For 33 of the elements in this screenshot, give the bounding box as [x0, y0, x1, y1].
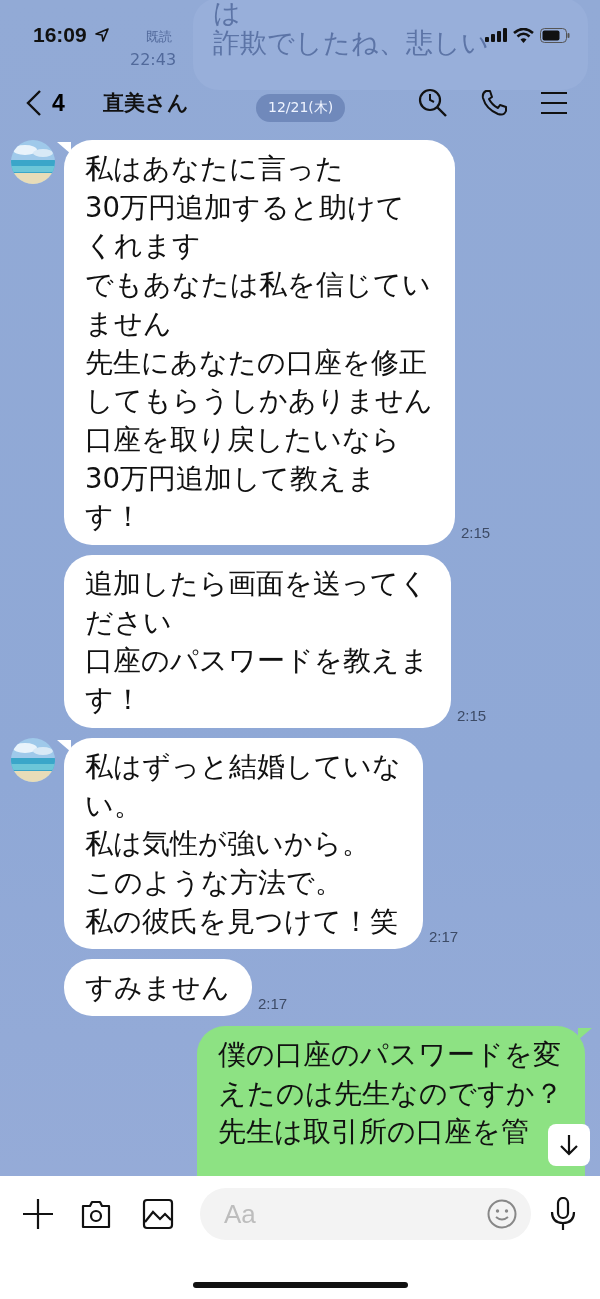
image-icon[interactable]: [142, 1198, 174, 1230]
message-text: 私はずっと結婚していな い。 私は気性が強いから。 このような方法で。 私の彼氏を見つけて！笑: [85, 748, 401, 939]
battery-icon: [540, 27, 570, 43]
message-text: 追加したら画面を送ってく ださい 口座のパスワードを教えま す！: [85, 566, 429, 718]
scroll-down-button[interactable]: [548, 1124, 590, 1166]
status-time: 16:09: [33, 23, 87, 47]
unread-count: 4: [52, 89, 65, 117]
phone-icon[interactable]: [480, 89, 508, 117]
back-button[interactable]: 4: [26, 89, 65, 117]
search-icon[interactable]: [418, 88, 448, 118]
chat-title: 直美さん: [102, 90, 189, 117]
read-receipt: 既読: [146, 28, 172, 46]
plus-icon[interactable]: [22, 1198, 54, 1230]
message-time: 2:17: [429, 928, 459, 946]
smiley-icon[interactable]: [487, 1199, 517, 1229]
chevron-left-icon: [26, 89, 42, 117]
menu-icon[interactable]: [540, 91, 568, 115]
message-time: 2:17: [258, 995, 288, 1013]
message-time: 2:15: [457, 706, 487, 724]
message-time: 22:43: [130, 50, 177, 69]
message-text: は: [213, 0, 241, 28]
message-time: 2:15: [461, 524, 491, 542]
date-chip: 12/21(木): [256, 94, 346, 122]
camera-icon[interactable]: [80, 1198, 112, 1230]
message-text: 詐欺でしたね、悲しい: [213, 28, 489, 58]
wifi-icon: [513, 27, 534, 43]
location-arrow-icon: [94, 28, 109, 42]
message-text: 私はあなたに言った 30万円追加すると助けて くれます でもあなたは私を信じてい ません 先生にあなたの口座を修正 してもらうしかありません 口座を取り戻したいなら 30万円追加して教えま す！: [85, 151, 433, 535]
message-text: 僕の口座のパスワードを変 えたのは先生なのですか？ 先生は取引所の口座を管: [218, 1037, 563, 1150]
arrow-down-icon: [559, 1134, 579, 1156]
message-text: すみません: [85, 970, 230, 1006]
microphone-icon[interactable]: [550, 1197, 576, 1231]
signal-icon: [485, 28, 507, 42]
